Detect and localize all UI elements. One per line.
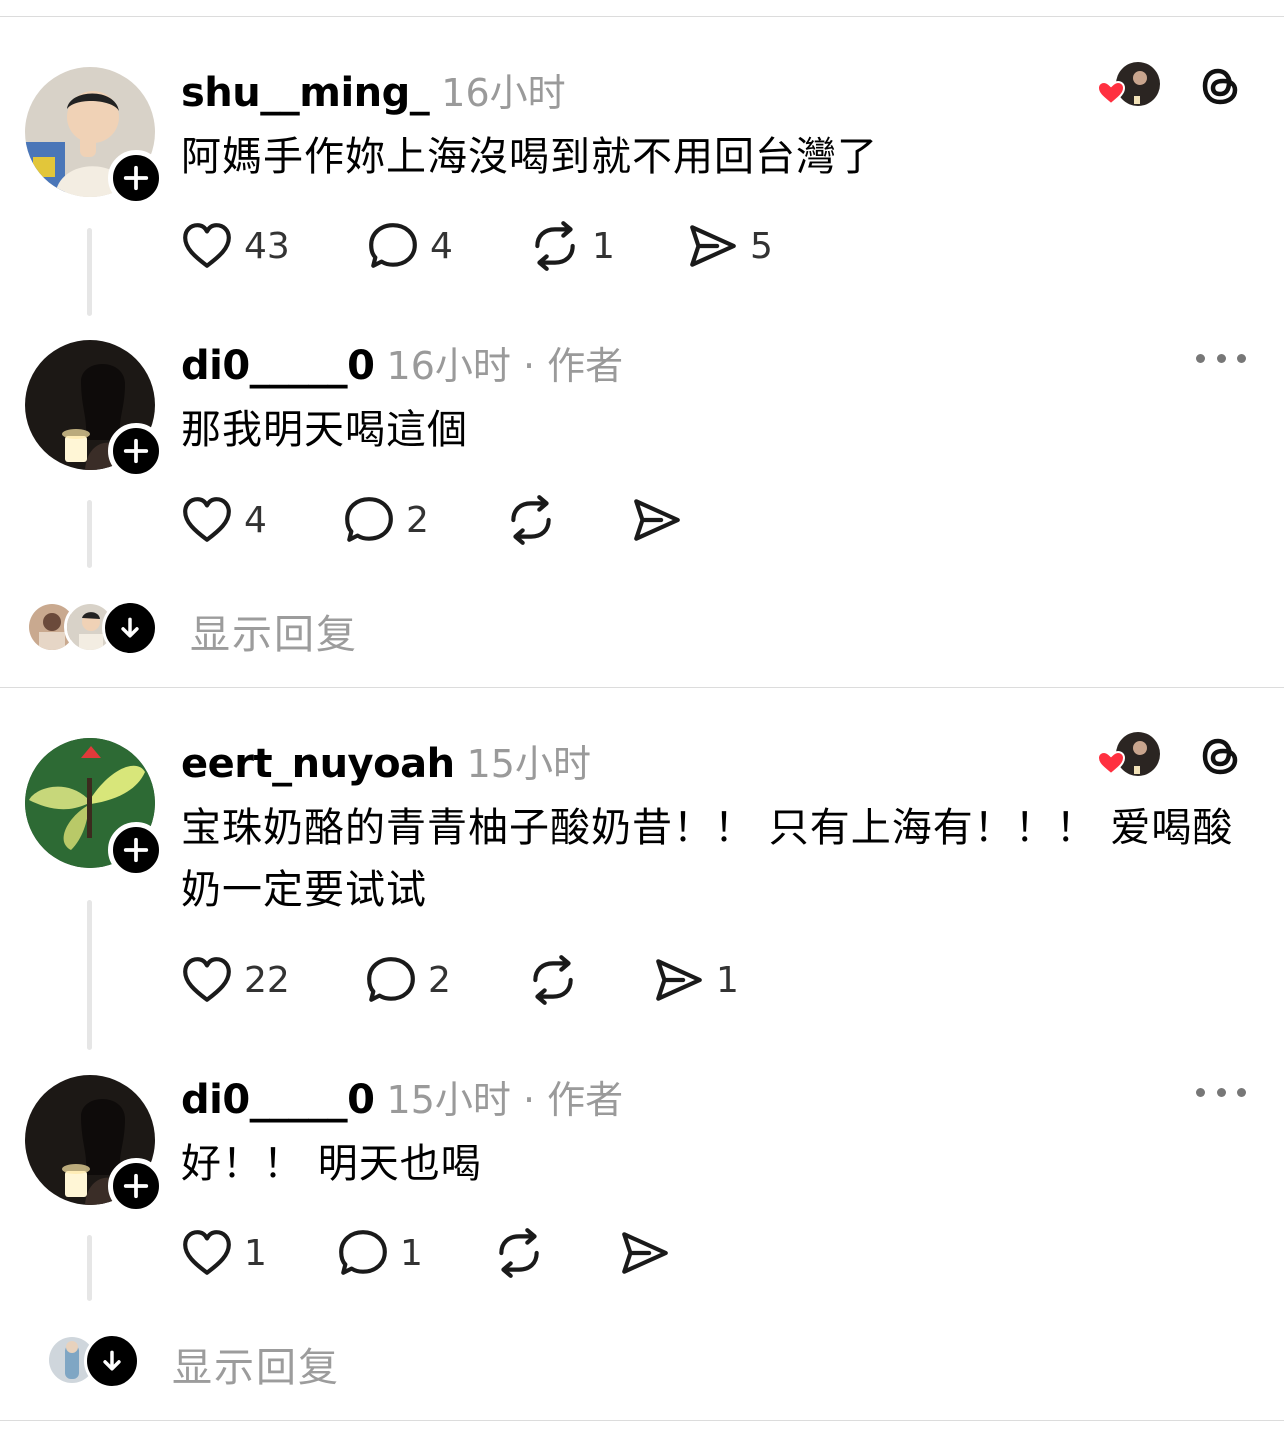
show-replies-row[interactable]: 显示回复 <box>0 598 500 658</box>
post-header: di0_____0 15小时 · 作者 <box>181 1069 623 1124</box>
like-count: 4 <box>244 499 267 541</box>
post-header: di0_____0 16小时 · 作者 <box>181 335 623 390</box>
share-icon <box>630 493 684 547</box>
comment-icon <box>364 953 418 1007</box>
liked-by-author[interactable] <box>1096 60 1246 116</box>
share-icon <box>652 953 706 1007</box>
comment-count: 4 <box>430 225 453 267</box>
username[interactable]: di0_____0 <box>181 343 375 389</box>
follow-button[interactable] <box>108 1158 164 1214</box>
plus-icon <box>122 164 150 192</box>
follow-button[interactable] <box>108 150 164 206</box>
repost-count: 1 <box>592 225 615 267</box>
post-text: 好！！ 明天也喝 <box>181 1141 482 1187</box>
comment-count: 2 <box>428 959 451 1001</box>
post-text: 宝珠奶酪的青青柚子酸奶昔！！ 只有上海有！！！ 爱喝酸奶一定要试试 <box>181 805 1234 913</box>
comment-button[interactable]: 2 <box>364 952 451 1008</box>
repost-button[interactable] <box>492 1225 546 1281</box>
username[interactable]: di0_____0 <box>181 1077 375 1123</box>
like-count: 1 <box>244 1232 267 1274</box>
timestamp: 16小时 · 作者 <box>386 344 624 388</box>
action-bar: 1 1 <box>180 1225 780 1281</box>
like-count: 43 <box>244 225 290 267</box>
timestamp: 15小时 · 作者 <box>386 1078 624 1122</box>
repost-icon <box>526 953 580 1007</box>
timestamp: 15小时 <box>466 742 591 786</box>
liked-by-author[interactable] <box>1096 730 1246 786</box>
like-button[interactable]: 43 <box>180 218 290 274</box>
share-icon <box>686 219 740 273</box>
more-icon[interactable] <box>1196 348 1246 368</box>
like-button[interactable]: 22 <box>180 952 290 1008</box>
share-button[interactable]: 5 <box>686 218 773 274</box>
repost-button[interactable]: 1 <box>528 218 615 274</box>
comment-count: 1 <box>400 1232 423 1274</box>
post-header: eert_nuyoah 15小时 <box>181 733 591 788</box>
follow-button[interactable] <box>108 822 164 878</box>
plus-icon <box>122 836 150 864</box>
share-icon <box>618 1226 672 1280</box>
comment-button[interactable]: 4 <box>366 218 453 274</box>
share-button[interactable]: 1 <box>652 952 739 1008</box>
thread-line <box>87 228 92 316</box>
share-button[interactable] <box>618 1225 672 1281</box>
like-button[interactable]: 1 <box>180 1225 267 1281</box>
heart-icon <box>180 493 234 547</box>
plus-icon <box>122 437 150 465</box>
comment-count: 2 <box>406 499 429 541</box>
arrow-down-icon[interactable] <box>84 1333 140 1389</box>
comment-icon <box>342 493 396 547</box>
comment-button[interactable]: 2 <box>342 492 429 548</box>
heart-icon <box>180 1226 234 1280</box>
heart-icon <box>180 953 234 1007</box>
like-count: 22 <box>244 959 290 1001</box>
repost-button[interactable] <box>504 492 558 548</box>
show-replies-link[interactable]: 显示回复 <box>190 602 358 660</box>
action-bar: 4 2 <box>180 492 780 548</box>
repost-icon <box>528 219 582 273</box>
action-bar: 22 2 1 <box>180 952 880 1008</box>
thread-line <box>87 900 92 1050</box>
share-button[interactable] <box>630 492 684 548</box>
action-bar: 43 4 1 5 <box>180 218 880 274</box>
follow-button[interactable] <box>108 423 164 479</box>
post-text: 阿媽手作妳上海沒喝到就不用回台灣了 <box>181 134 878 180</box>
more-icon[interactable] <box>1196 1082 1246 1102</box>
comment-button[interactable]: 1 <box>336 1225 423 1281</box>
bottom-divider <box>0 1420 1284 1421</box>
post-text: 那我明天喝這個 <box>181 407 468 453</box>
comment-icon <box>336 1226 390 1280</box>
repost-button[interactable] <box>526 952 580 1008</box>
top-divider <box>0 16 1284 17</box>
thread-line <box>87 1235 92 1301</box>
post-divider <box>0 687 1284 688</box>
username[interactable]: eert_nuyoah <box>181 741 455 787</box>
repost-icon <box>492 1226 546 1280</box>
share-count: 5 <box>750 225 773 267</box>
comment-icon <box>366 219 420 273</box>
username[interactable]: shu__ming_ <box>181 70 430 116</box>
show-replies-row[interactable]: 显示回复 <box>0 1331 500 1391</box>
like-button[interactable]: 4 <box>180 492 267 548</box>
show-replies-link[interactable]: 显示回复 <box>172 1335 340 1393</box>
timestamp: 16小时 <box>441 71 566 115</box>
heart-icon <box>180 219 234 273</box>
plus-icon <box>122 1172 150 1200</box>
thread-line <box>87 500 92 568</box>
repost-icon <box>504 493 558 547</box>
arrow-down-icon[interactable] <box>102 600 158 656</box>
post-header: shu__ming_ 16小时 <box>181 62 566 117</box>
share-count: 1 <box>716 959 739 1001</box>
